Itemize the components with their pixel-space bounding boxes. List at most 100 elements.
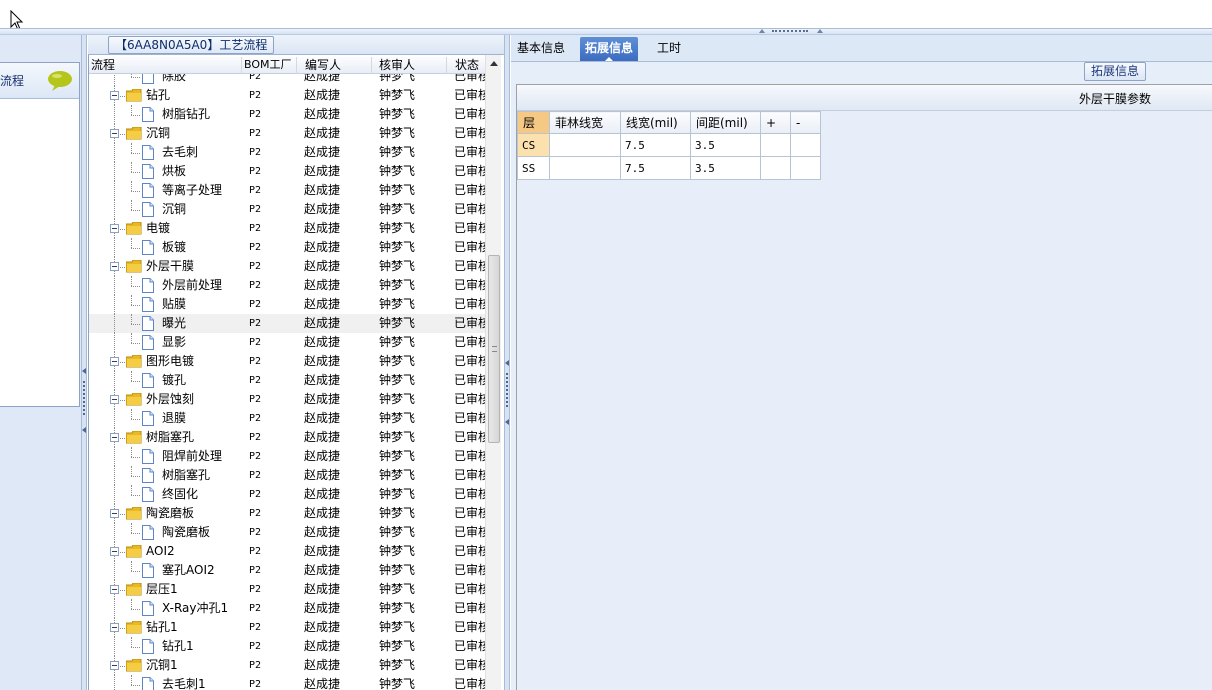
header-spacing[interactable]: 间距(mil) [690, 111, 761, 134]
tree-row[interactable]: 塞孔AOI2 P2 赵成捷 钟梦飞 已审核 [89, 561, 485, 580]
tree-row[interactable]: 贴膜 P2 赵成捷 钟梦飞 已审核 [89, 295, 485, 314]
tree-row[interactable]: 烘板 P2 赵成捷 钟梦飞 已审核 [89, 162, 485, 181]
column-header-process[interactable]: 流程 [89, 57, 242, 74]
grid-scrollbar[interactable] [485, 55, 501, 690]
tree-row[interactable]: AOI2 P2 赵成捷 钟梦飞 已审核 [89, 542, 485, 561]
tree-node-label[interactable]: 镀孔 [162, 371, 186, 390]
collapse-toggle-icon[interactable] [110, 395, 119, 404]
column-header-checker[interactable]: 核审人 [372, 57, 447, 74]
header-line-width[interactable]: 线宽(mil) [620, 111, 691, 134]
tree-node-label[interactable]: 终固化 [162, 485, 198, 504]
tree-node-label[interactable]: 除胶 [162, 74, 186, 86]
vertical-splitter-left[interactable] [81, 35, 87, 690]
collapse-toggle-icon[interactable] [110, 91, 119, 100]
tree-row[interactable]: 除胶 P2 赵成捷 钟梦飞 已审核 [89, 74, 485, 86]
tree-node-label[interactable]: 沉铜 [146, 124, 170, 143]
tree-node-label[interactable]: 去毛刺 [162, 143, 198, 162]
collapse-toggle-icon[interactable] [110, 509, 119, 518]
collapse-toggle-icon[interactable] [110, 262, 119, 271]
collapse-toggle-icon[interactable] [110, 433, 119, 442]
cell-remove[interactable] [790, 133, 821, 157]
tree-row[interactable]: 显影 P2 赵成捷 钟梦飞 已审核 [89, 333, 485, 352]
tree-row[interactable]: 陶瓷磨板 P2 赵成捷 钟梦飞 已审核 [89, 504, 485, 523]
tree-node-label[interactable]: 树脂塞孔 [146, 428, 194, 447]
tree-row[interactable]: 沉铜 P2 赵成捷 钟梦飞 已审核 [89, 124, 485, 143]
collapse-up-icon[interactable] [817, 29, 823, 33]
add-column-button[interactable]: + [760, 111, 791, 134]
splitter-grip-icon[interactable] [83, 381, 85, 415]
tree-row[interactable]: 树脂塞孔 P2 赵成捷 钟梦飞 已审核 [89, 466, 485, 485]
tree-node-label[interactable]: 显影 [162, 333, 186, 352]
tree-node-label[interactable]: 沉铜1 [146, 656, 178, 675]
tree-row[interactable]: 层压1 P2 赵成捷 钟梦飞 已审核 [89, 580, 485, 599]
tab-basic-info[interactable]: 基本信息 [512, 37, 570, 61]
tree-row[interactable]: 钻孔 P2 赵成捷 钟梦飞 已审核 [89, 86, 485, 105]
tree-row[interactable]: 钻孔1 P2 赵成捷 钟梦飞 已审核 [89, 618, 485, 637]
tree-node-label[interactable]: 陶瓷磨板 [146, 504, 194, 523]
tree-row[interactable]: 去毛刺 P2 赵成捷 钟梦飞 已审核 [89, 143, 485, 162]
collapse-left-icon[interactable] [82, 368, 86, 374]
tree-row[interactable]: 去毛刺1 P2 赵成捷 钟梦飞 已审核 [89, 675, 485, 690]
header-layer[interactable]: 层 [517, 111, 550, 134]
collapse-toggle-icon[interactable] [110, 585, 119, 594]
tree-node-label[interactable]: 树脂塞孔 [162, 466, 210, 485]
tree-node-label[interactable]: 贴膜 [162, 295, 186, 314]
cell-add[interactable] [760, 156, 791, 180]
tree-row[interactable]: 树脂塞孔 P2 赵成捷 钟梦飞 已审核 [89, 428, 485, 447]
tree-row[interactable]: 外层蚀刻 P2 赵成捷 钟梦飞 已审核 [89, 390, 485, 409]
tree-row[interactable]: 树脂钻孔 P2 赵成捷 钟梦飞 已审核 [89, 105, 485, 124]
cell-film-line-width[interactable] [549, 133, 621, 157]
tree-row[interactable]: 终固化 P2 赵成捷 钟梦飞 已审核 [89, 485, 485, 504]
tree-node-label[interactable]: 去毛刺1 [162, 675, 206, 690]
header-film-line-width[interactable]: 菲林线宽 [549, 111, 621, 134]
cell-spacing[interactable]: 3.5 [690, 133, 761, 157]
tree-node-label[interactable]: 外层干膜 [146, 257, 194, 276]
vertical-splitter-right[interactable] [504, 35, 510, 690]
tree-row[interactable]: X-Ray冲孔1 P2 赵成捷 钟梦飞 已审核 [89, 599, 485, 618]
tree-row[interactable]: 外层前处理 P2 赵成捷 钟梦飞 已审核 [89, 276, 485, 295]
collapse-toggle-icon[interactable] [110, 661, 119, 670]
cell-spacing[interactable]: 3.5 [690, 156, 761, 180]
collapse-toggle-icon[interactable] [110, 547, 119, 556]
cell-layer[interactable]: CS [517, 133, 550, 157]
tab-extended-info[interactable]: 拓展信息 [580, 37, 639, 61]
tree-node-label[interactable]: 外层蚀刻 [146, 390, 194, 409]
collapse-toggle-icon[interactable] [110, 129, 119, 138]
cell-remove[interactable] [790, 156, 821, 180]
tree-node-label[interactable]: 曝光 [162, 314, 186, 333]
tree-row[interactable]: 板镀 P2 赵成捷 钟梦飞 已审核 [89, 238, 485, 257]
tree-node-label[interactable]: 层压1 [146, 580, 178, 599]
tree-node-label[interactable]: 塞孔AOI2 [162, 561, 215, 580]
tree-row[interactable]: 外层干膜 P2 赵成捷 钟梦飞 已审核 [89, 257, 485, 276]
tab-work-hours[interactable]: 工时 [652, 37, 686, 61]
tree-row[interactable]: 沉铜1 P2 赵成捷 钟梦飞 已审核 [89, 656, 485, 675]
tree-node-label[interactable]: 图形电镀 [146, 352, 194, 371]
splitter-grip-icon[interactable] [506, 373, 508, 407]
tree-node-label[interactable]: 钻孔 [146, 86, 170, 105]
tree-row[interactable]: 阻焊前处理 P2 赵成捷 钟梦飞 已审核 [89, 447, 485, 466]
tree-node-label[interactable]: 树脂钻孔 [162, 105, 210, 124]
tree-node-label[interactable]: 退膜 [162, 409, 186, 428]
column-header-writer[interactable]: 编写人 [297, 57, 372, 74]
tree-node-label[interactable]: 陶瓷磨板 [162, 523, 210, 542]
tree-row[interactable]: 退膜 P2 赵成捷 钟梦飞 已审核 [89, 409, 485, 428]
splitter-grip-icon[interactable] [772, 30, 808, 33]
chat-bubble-icon[interactable] [47, 70, 73, 92]
cell-layer[interactable]: SS [517, 156, 550, 180]
collapse-left-icon[interactable] [505, 419, 509, 425]
scrollbar-thumb[interactable] [488, 255, 500, 443]
table-row[interactable]: CS 7.5 3.5 [517, 133, 821, 157]
tree-row[interactable]: 钻孔1 P2 赵成捷 钟梦飞 已审核 [89, 637, 485, 656]
tree-row[interactable]: 陶瓷磨板 P2 赵成捷 钟梦飞 已审核 [89, 523, 485, 542]
cell-line-width[interactable]: 7.5 [620, 156, 691, 180]
remove-column-button[interactable]: - [790, 111, 821, 134]
tree-node-label[interactable]: 钻孔1 [162, 637, 194, 656]
tree-row[interactable]: 电镀 P2 赵成捷 钟梦飞 已审核 [89, 219, 485, 238]
column-header-status[interactable]: 状态 [447, 57, 485, 74]
cell-add[interactable] [760, 133, 791, 157]
collapse-toggle-icon[interactable] [110, 357, 119, 366]
tree-row[interactable]: 图形电镀 P2 赵成捷 钟梦飞 已审核 [89, 352, 485, 371]
collapse-left-icon[interactable] [82, 427, 86, 433]
tree-row[interactable]: 等离子处理 P2 赵成捷 钟梦飞 已审核 [89, 181, 485, 200]
tree-node-label[interactable]: 阻焊前处理 [162, 447, 222, 466]
